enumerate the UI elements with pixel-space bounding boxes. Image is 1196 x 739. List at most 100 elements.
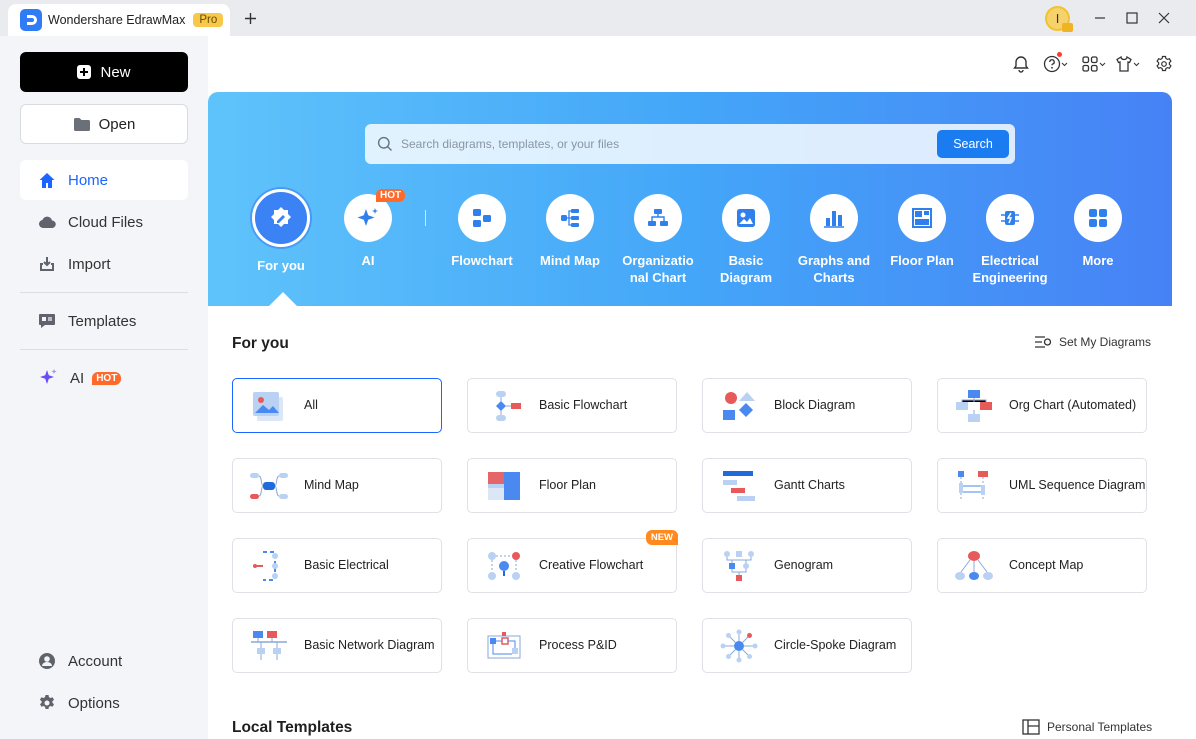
sidebar-item-account[interactable]: Account [20, 641, 188, 681]
card-label: Circle-Spoke Diagram [774, 638, 897, 652]
card-label: Genogram [774, 558, 834, 572]
minimize-button[interactable] [1090, 8, 1110, 28]
template-card-basic-network[interactable]: Basic Network Diagram [232, 618, 442, 673]
category-flowchart[interactable]: Flowchart [438, 194, 526, 269]
gantt-chart-icon [723, 470, 755, 501]
sidebar-item-home[interactable]: Home [20, 160, 188, 200]
maximize-button[interactable] [1122, 8, 1142, 28]
sidebar-item-templates[interactable]: Templates [20, 301, 188, 341]
category-divider [425, 210, 426, 226]
floor-plan-icon [488, 471, 520, 500]
org-chart-icon [956, 389, 992, 422]
template-card-circle-spoke[interactable]: Circle-Spoke Diagram [702, 618, 912, 673]
personal-templates-label: Personal Templates [1047, 720, 1153, 734]
maximize-icon [1126, 12, 1138, 24]
close-button[interactable] [1154, 8, 1174, 28]
search-input[interactable] [401, 137, 1015, 151]
template-card-floor-plan[interactable]: Floor Plan [467, 458, 677, 513]
folder-icon [73, 117, 90, 131]
template-card-concept-map[interactable]: Concept Map [937, 538, 1147, 593]
chevron-down-icon [1099, 62, 1106, 66]
mind-map-icon [250, 472, 288, 499]
set-my-diagrams-link[interactable]: Set My Diagrams [1034, 335, 1151, 349]
hot-badge: HOT [376, 189, 406, 202]
template-card-uml-sequence[interactable]: UML Sequence Diagram [937, 458, 1147, 513]
category-label: For you [257, 258, 305, 273]
sidebar-item-options[interactable]: Options [20, 683, 188, 723]
card-label: All [304, 398, 318, 412]
template-card-creative-flowchart[interactable]: Creative Flowchart NEW [467, 530, 678, 593]
template-card-org-chart[interactable]: Org Chart (Automated) [937, 378, 1147, 433]
template-card-basic-electrical[interactable]: Basic Electrical [232, 538, 442, 593]
new-label: New [100, 63, 131, 81]
gear-icon [1156, 55, 1172, 72]
org-chart-icon [634, 194, 682, 242]
category-electrical[interactable]: Electrical Engineering [966, 194, 1054, 286]
template-card-all[interactable]: All [232, 378, 442, 433]
ai-sparkle-icon [40, 369, 57, 384]
chevron-down-icon [1133, 62, 1140, 66]
templates-layout-icon [1022, 719, 1040, 735]
basic-flowchart-icon [496, 390, 521, 421]
sidebar-item-cloud-files[interactable]: Cloud Files [20, 202, 188, 242]
category-label: Mind Map [540, 253, 600, 268]
settings-button[interactable] [1155, 54, 1173, 74]
theme-button[interactable] [1115, 54, 1140, 74]
template-card-basic-flowchart[interactable]: Basic Flowchart [467, 378, 677, 433]
shirt-icon [1116, 55, 1132, 72]
search-button[interactable]: Search [937, 130, 1009, 158]
section-title-local-templates: Local Templates [232, 719, 353, 736]
sidebar-item-import[interactable]: Import [20, 244, 188, 284]
sidebar-item-label: Account [68, 652, 123, 670]
template-card-mind-map[interactable]: Mind Map [232, 458, 442, 513]
open-button[interactable]: Open [20, 104, 188, 144]
set-my-diagrams-label: Set My Diagrams [1059, 335, 1152, 349]
category-floor-plan[interactable]: Floor Plan [878, 194, 966, 269]
crown-icon [1062, 23, 1073, 32]
new-tab-button[interactable] [240, 8, 260, 28]
sidebar-item-ai[interactable]: AI HOT [20, 358, 188, 398]
plus-icon [244, 12, 256, 24]
template-card-gantt-charts[interactable]: Gantt Charts [702, 458, 912, 513]
templates-icon [39, 314, 55, 328]
template-card-genogram[interactable]: Genogram [702, 538, 912, 593]
category-more[interactable]: More [1054, 194, 1142, 269]
user-avatar[interactable]: I [1045, 6, 1073, 32]
more-grid-icon [1074, 194, 1122, 242]
category-label: AI [361, 253, 375, 268]
close-icon [1158, 12, 1170, 24]
category-mind-map[interactable]: Mind Map [526, 194, 614, 269]
hot-badge: HOT [92, 371, 122, 385]
hero-banner: Search For you HOT AI Flowchart Mind Map… [208, 92, 1172, 306]
app-tab[interactable]: Wondershare EdrawMax Pro [8, 4, 230, 36]
template-card-process-pid[interactable]: Process P&ID [467, 618, 677, 673]
template-card-block-diagram[interactable]: Block Diagram [702, 378, 912, 433]
concept-map-icon [955, 550, 993, 580]
basic-diagram-icon [722, 194, 770, 242]
help-button[interactable] [1043, 52, 1068, 74]
category-ai[interactable]: HOT AI [324, 189, 412, 269]
home-icon [39, 172, 55, 188]
apps-button[interactable] [1081, 54, 1106, 74]
personal-templates-link[interactable]: Personal Templates [1022, 719, 1152, 735]
category-for-you[interactable]: For you [237, 189, 325, 274]
sidebar-item-label: Options [68, 694, 120, 712]
card-label: Floor Plan [539, 478, 596, 492]
category-org-chart[interactable]: Organizatio nal Chart [614, 194, 702, 286]
new-button[interactable]: New [20, 52, 188, 92]
notifications-button[interactable] [1012, 54, 1030, 74]
title-bar: Wondershare EdrawMax Pro I [0, 0, 1196, 36]
card-label: Basic Electrical [304, 558, 389, 572]
category-label: Floor Plan [890, 253, 954, 268]
category-graphs-charts[interactable]: Graphs and Charts [790, 194, 878, 286]
card-label: Process P&ID [539, 638, 617, 652]
mind-map-icon [546, 194, 594, 242]
category-label: More [1082, 253, 1114, 268]
network-diagram-icon [251, 630, 287, 660]
card-label: Concept Map [1009, 558, 1084, 572]
block-diagram-icon [723, 391, 755, 420]
category-label: Electrical Engineering [972, 253, 1048, 285]
sidebar-item-label: Templates [68, 312, 137, 330]
new-badge: NEW [645, 530, 678, 545]
category-basic-diagram[interactable]: Basic Diagram [702, 194, 790, 286]
